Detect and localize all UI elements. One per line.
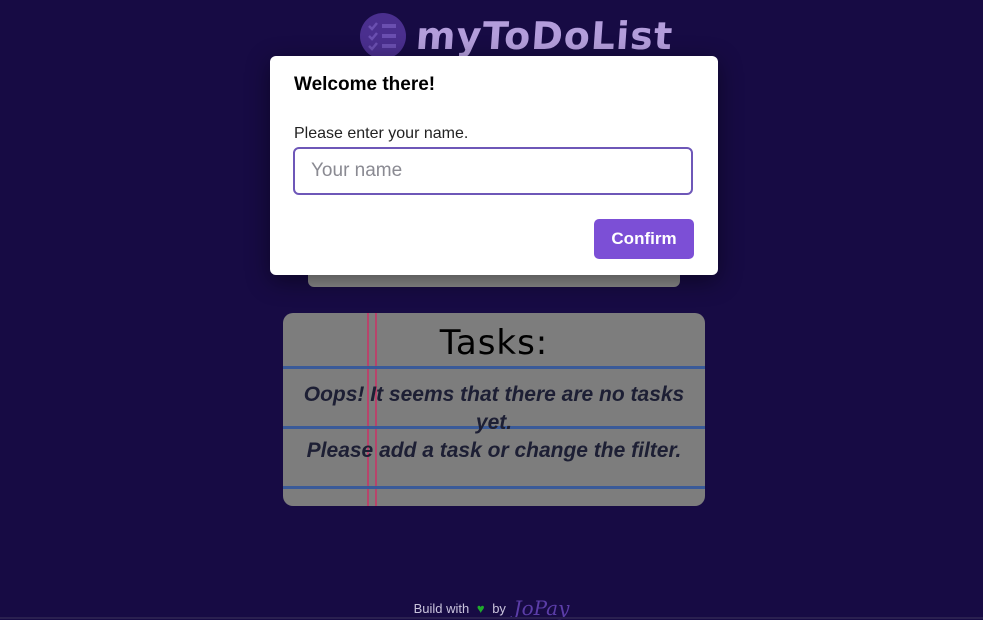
empty-message-line-2: Please add a task or change the filter. <box>306 439 682 462</box>
name-input[interactable] <box>293 147 693 195</box>
tasks-card: Tasks: Oops! It seems that there are no … <box>283 313 705 506</box>
footer-prefix: Build with <box>413 601 470 616</box>
footer-by: by <box>492 601 506 616</box>
checklist-icon <box>360 13 406 59</box>
app-logo: myToDoList <box>360 12 675 60</box>
modal-title: Welcome there! <box>294 74 436 95</box>
heart-icon: ♥ <box>476 601 485 616</box>
rule-line <box>283 366 705 369</box>
confirm-button[interactable]: Confirm <box>594 219 694 259</box>
welcome-modal: Welcome there! Please enter your name. C… <box>270 56 718 275</box>
empty-message-line-1: Oops! It seems that there are no tasks y… <box>303 383 685 434</box>
name-label: Please enter your name. <box>294 125 469 142</box>
logo-text: myToDoList <box>414 14 675 58</box>
tasks-title: Tasks: <box>439 323 549 363</box>
empty-tasks-message: Oops! It seems that there are no tasks y… <box>289 381 699 465</box>
rule-line <box>283 486 705 489</box>
